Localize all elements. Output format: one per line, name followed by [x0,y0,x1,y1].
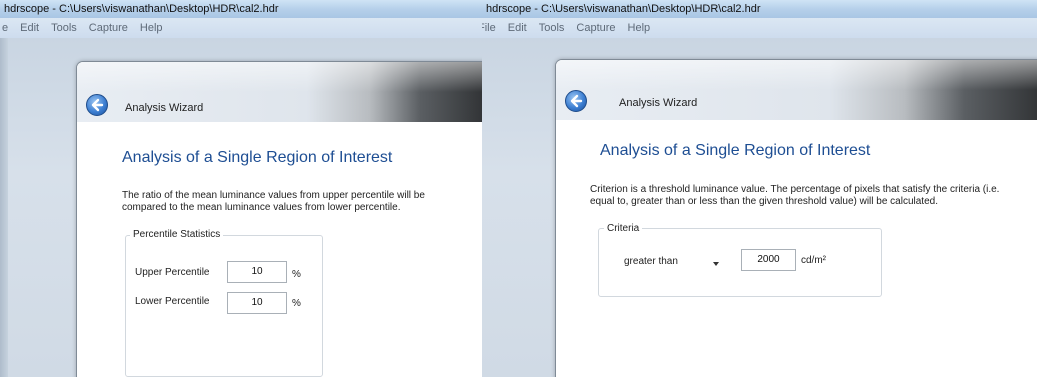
description-text: The ratio of the mean luminance values f… [122,190,425,213]
chevron-down-icon [713,262,719,266]
back-arrow-icon[interactable] [86,94,108,116]
wizard-header: Analysis Wizard [556,60,1037,120]
upper-percent-unit: % [292,269,301,280]
lower-percent-unit: % [292,298,301,309]
page-title: Analysis of a Single Region of Interest [122,149,393,166]
menu-help[interactable]: Help [140,18,163,38]
wizard-body: Analysis of a Single Region of Interest … [556,122,1037,377]
back-arrow-icon[interactable] [565,90,587,112]
lower-percentile-label: Lower Percentile [135,296,210,307]
analysis-wizard-dialog: Analysis Wizard Analysis of a Single Reg… [555,59,1037,377]
analysis-wizard-dialog: Analysis Wizard Analysis of a Single Reg… [76,61,482,377]
group-label: Criteria [604,223,643,234]
threshold-input[interactable]: 2000 [741,249,796,271]
description-text: Criterion is a threshold luminance value… [590,184,1000,207]
left-window: hdrscope - C:\Users\viswanathan\Desktop\… [0,0,482,377]
criteria-selected-value: greater than [624,256,678,267]
menu-capture[interactable]: Capture [576,18,615,38]
upper-percentile-input[interactable]: 10 [227,261,287,283]
page-title: Analysis of a Single Region of Interest [600,142,871,159]
right-window: hdrscope - C:\Users\viswanathan\Desktop\… [482,0,1037,377]
menu-capture[interactable]: Capture [89,18,128,38]
window-title-bar: hdrscope - C:\Users\viswanathan\Desktop\… [0,0,482,18]
lower-percentile-input[interactable]: 10 [227,292,287,314]
wizard-header: Analysis Wizard [77,62,482,122]
menu-tools[interactable]: Tools [539,18,565,38]
upper-percentile-label: Upper Percentile [135,267,210,278]
menu-bar: e Edit Tools Capture Help [0,18,482,38]
wizard-body: Analysis of a Single Region of Interest … [77,122,482,377]
menu-help[interactable]: Help [628,18,651,38]
menu-tools[interactable]: Tools [51,18,77,38]
criteria-dropdown[interactable]: greater than [624,256,719,270]
threshold-unit: cd/m² [801,255,826,266]
menu-file[interactable]: File [482,18,496,38]
scrollbar[interactable] [0,38,8,377]
menu-file[interactable]: e [2,18,8,38]
wizard-title: Analysis Wizard [619,97,698,109]
window-title-bar: hdrscope - C:\Users\viswanathan\Desktop\… [482,0,1037,18]
menu-bar: File Edit Tools Capture Help [482,18,1037,38]
group-label: Percentile Statistics [130,229,224,240]
menu-edit[interactable]: Edit [508,18,527,38]
wizard-title: Analysis Wizard [125,102,204,114]
menu-edit[interactable]: Edit [20,18,39,38]
